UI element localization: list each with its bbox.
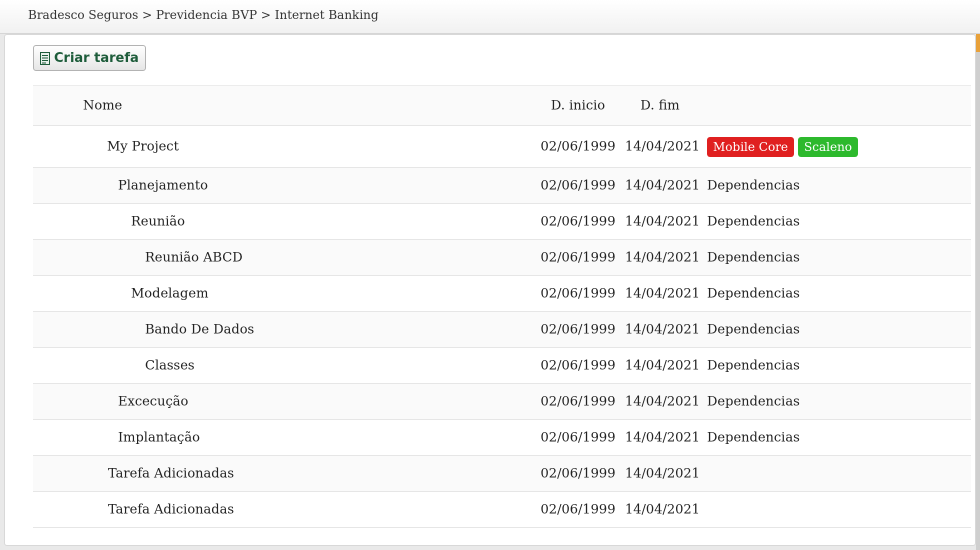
breadcrumb: Bradesco Seguros > Previdencia BVP > Int…	[28, 8, 379, 22]
task-panel: Criar tarefa Nome D. inicio D. fim My Pr…	[4, 34, 976, 546]
task-dependency[interactable]: Dependencias	[707, 322, 800, 337]
task-name[interactable]: Reunião	[131, 214, 185, 229]
task-end-date: 14/04/2021	[625, 502, 700, 517]
task-end-date: 14/04/2021	[625, 394, 700, 409]
table-row[interactable]: Excecução 02/06/1999 14/04/2021 Dependen…	[33, 384, 971, 420]
document-icon	[40, 51, 50, 65]
scrollbar[interactable]	[976, 34, 980, 550]
column-header-end[interactable]: D. fim	[625, 98, 695, 113]
task-start-date: 02/06/1999	[540, 430, 616, 445]
task-end-date: 14/04/2021	[625, 358, 700, 373]
task-name[interactable]: Tarefa Adicionadas	[108, 466, 234, 481]
task-start-date: 02/06/1999	[540, 322, 616, 337]
task-name[interactable]: Planejamento	[118, 178, 208, 193]
task-name[interactable]: Excecução	[118, 394, 188, 409]
task-start-date: 02/06/1999	[540, 178, 616, 193]
task-name[interactable]: Tarefa Adicionadas	[108, 502, 234, 517]
task-name[interactable]: My Project	[107, 139, 179, 154]
task-end-date: 14/04/2021	[625, 178, 700, 193]
task-start-date: 02/06/1999	[540, 250, 616, 265]
task-start-date: 02/06/1999	[540, 214, 616, 229]
create-task-button[interactable]: Criar tarefa	[33, 45, 146, 71]
task-start-date: 02/06/1999	[540, 286, 616, 301]
task-name[interactable]: Bando De Dados	[145, 322, 254, 337]
table-row[interactable]: Classes 02/06/1999 14/04/2021 Dependenci…	[33, 348, 971, 384]
task-end-date: 14/04/2021	[625, 466, 700, 481]
task-end-date: 14/04/2021	[625, 286, 700, 301]
task-dependency[interactable]: Dependencias	[707, 250, 800, 265]
table-row[interactable]: My Project 02/06/1999 14/04/2021 Mobile …	[33, 126, 971, 168]
task-dependency[interactable]: Dependencias	[707, 394, 800, 409]
task-dependency[interactable]: Dependencias	[707, 214, 800, 229]
table-header: Nome D. inicio D. fim	[33, 86, 971, 126]
task-end-date: 14/04/2021	[625, 214, 700, 229]
task-end-date: 14/04/2021	[625, 250, 700, 265]
table-row[interactable]: Bando De Dados 02/06/1999 14/04/2021 Dep…	[33, 312, 971, 348]
table-row[interactable]: Implantação 02/06/1999 14/04/2021 Depend…	[33, 420, 971, 456]
table-row[interactable]: Planejamento 02/06/1999 14/04/2021 Depen…	[33, 168, 971, 204]
task-dependency[interactable]: Dependencias	[707, 358, 800, 373]
column-header-start[interactable]: D. inicio	[538, 98, 618, 113]
tag-badge[interactable]: Scaleno	[798, 136, 859, 157]
task-end-date: 14/04/2021	[625, 139, 700, 154]
column-header-name[interactable]: Nome	[83, 98, 122, 113]
table-row[interactable]: Tarefa Adicionadas 02/06/1999 14/04/2021	[33, 492, 971, 528]
task-start-date: 02/06/1999	[540, 358, 616, 373]
create-task-label: Criar tarefa	[54, 50, 139, 66]
task-dependency[interactable]: Dependencias	[707, 178, 800, 193]
task-start-date: 02/06/1999	[540, 394, 616, 409]
table-row[interactable]: Tarefa Adicionadas 02/06/1999 14/04/2021	[33, 456, 971, 492]
tag-badge[interactable]: Mobile Core	[707, 136, 795, 157]
table-row[interactable]: Reunião 02/06/1999 14/04/2021 Dependenci…	[33, 204, 971, 240]
task-name[interactable]: Classes	[145, 358, 195, 373]
table-row[interactable]: Modelagem 02/06/1999 14/04/2021 Dependen…	[33, 276, 971, 312]
top-bar: Bradesco Seguros > Previdencia BVP > Int…	[0, 0, 980, 34]
task-table: Nome D. inicio D. fim My Project 02/06/1…	[33, 85, 971, 528]
task-end-date: 14/04/2021	[625, 430, 700, 445]
task-name[interactable]: Modelagem	[131, 286, 208, 301]
task-end-date: 14/04/2021	[625, 322, 700, 337]
scrollbar-accent	[976, 34, 980, 52]
task-start-date: 02/06/1999	[540, 139, 616, 154]
task-tags: Mobile Core Scaleno	[707, 136, 859, 157]
task-start-date: 02/06/1999	[540, 466, 616, 481]
task-start-date: 02/06/1999	[540, 502, 616, 517]
task-name[interactable]: Reunião ABCD	[145, 250, 243, 265]
task-dependency[interactable]: Dependencias	[707, 430, 800, 445]
task-name[interactable]: Implantação	[118, 430, 200, 445]
table-row[interactable]: Reunião ABCD 02/06/1999 14/04/2021 Depen…	[33, 240, 971, 276]
task-dependency[interactable]: Dependencias	[707, 286, 800, 301]
